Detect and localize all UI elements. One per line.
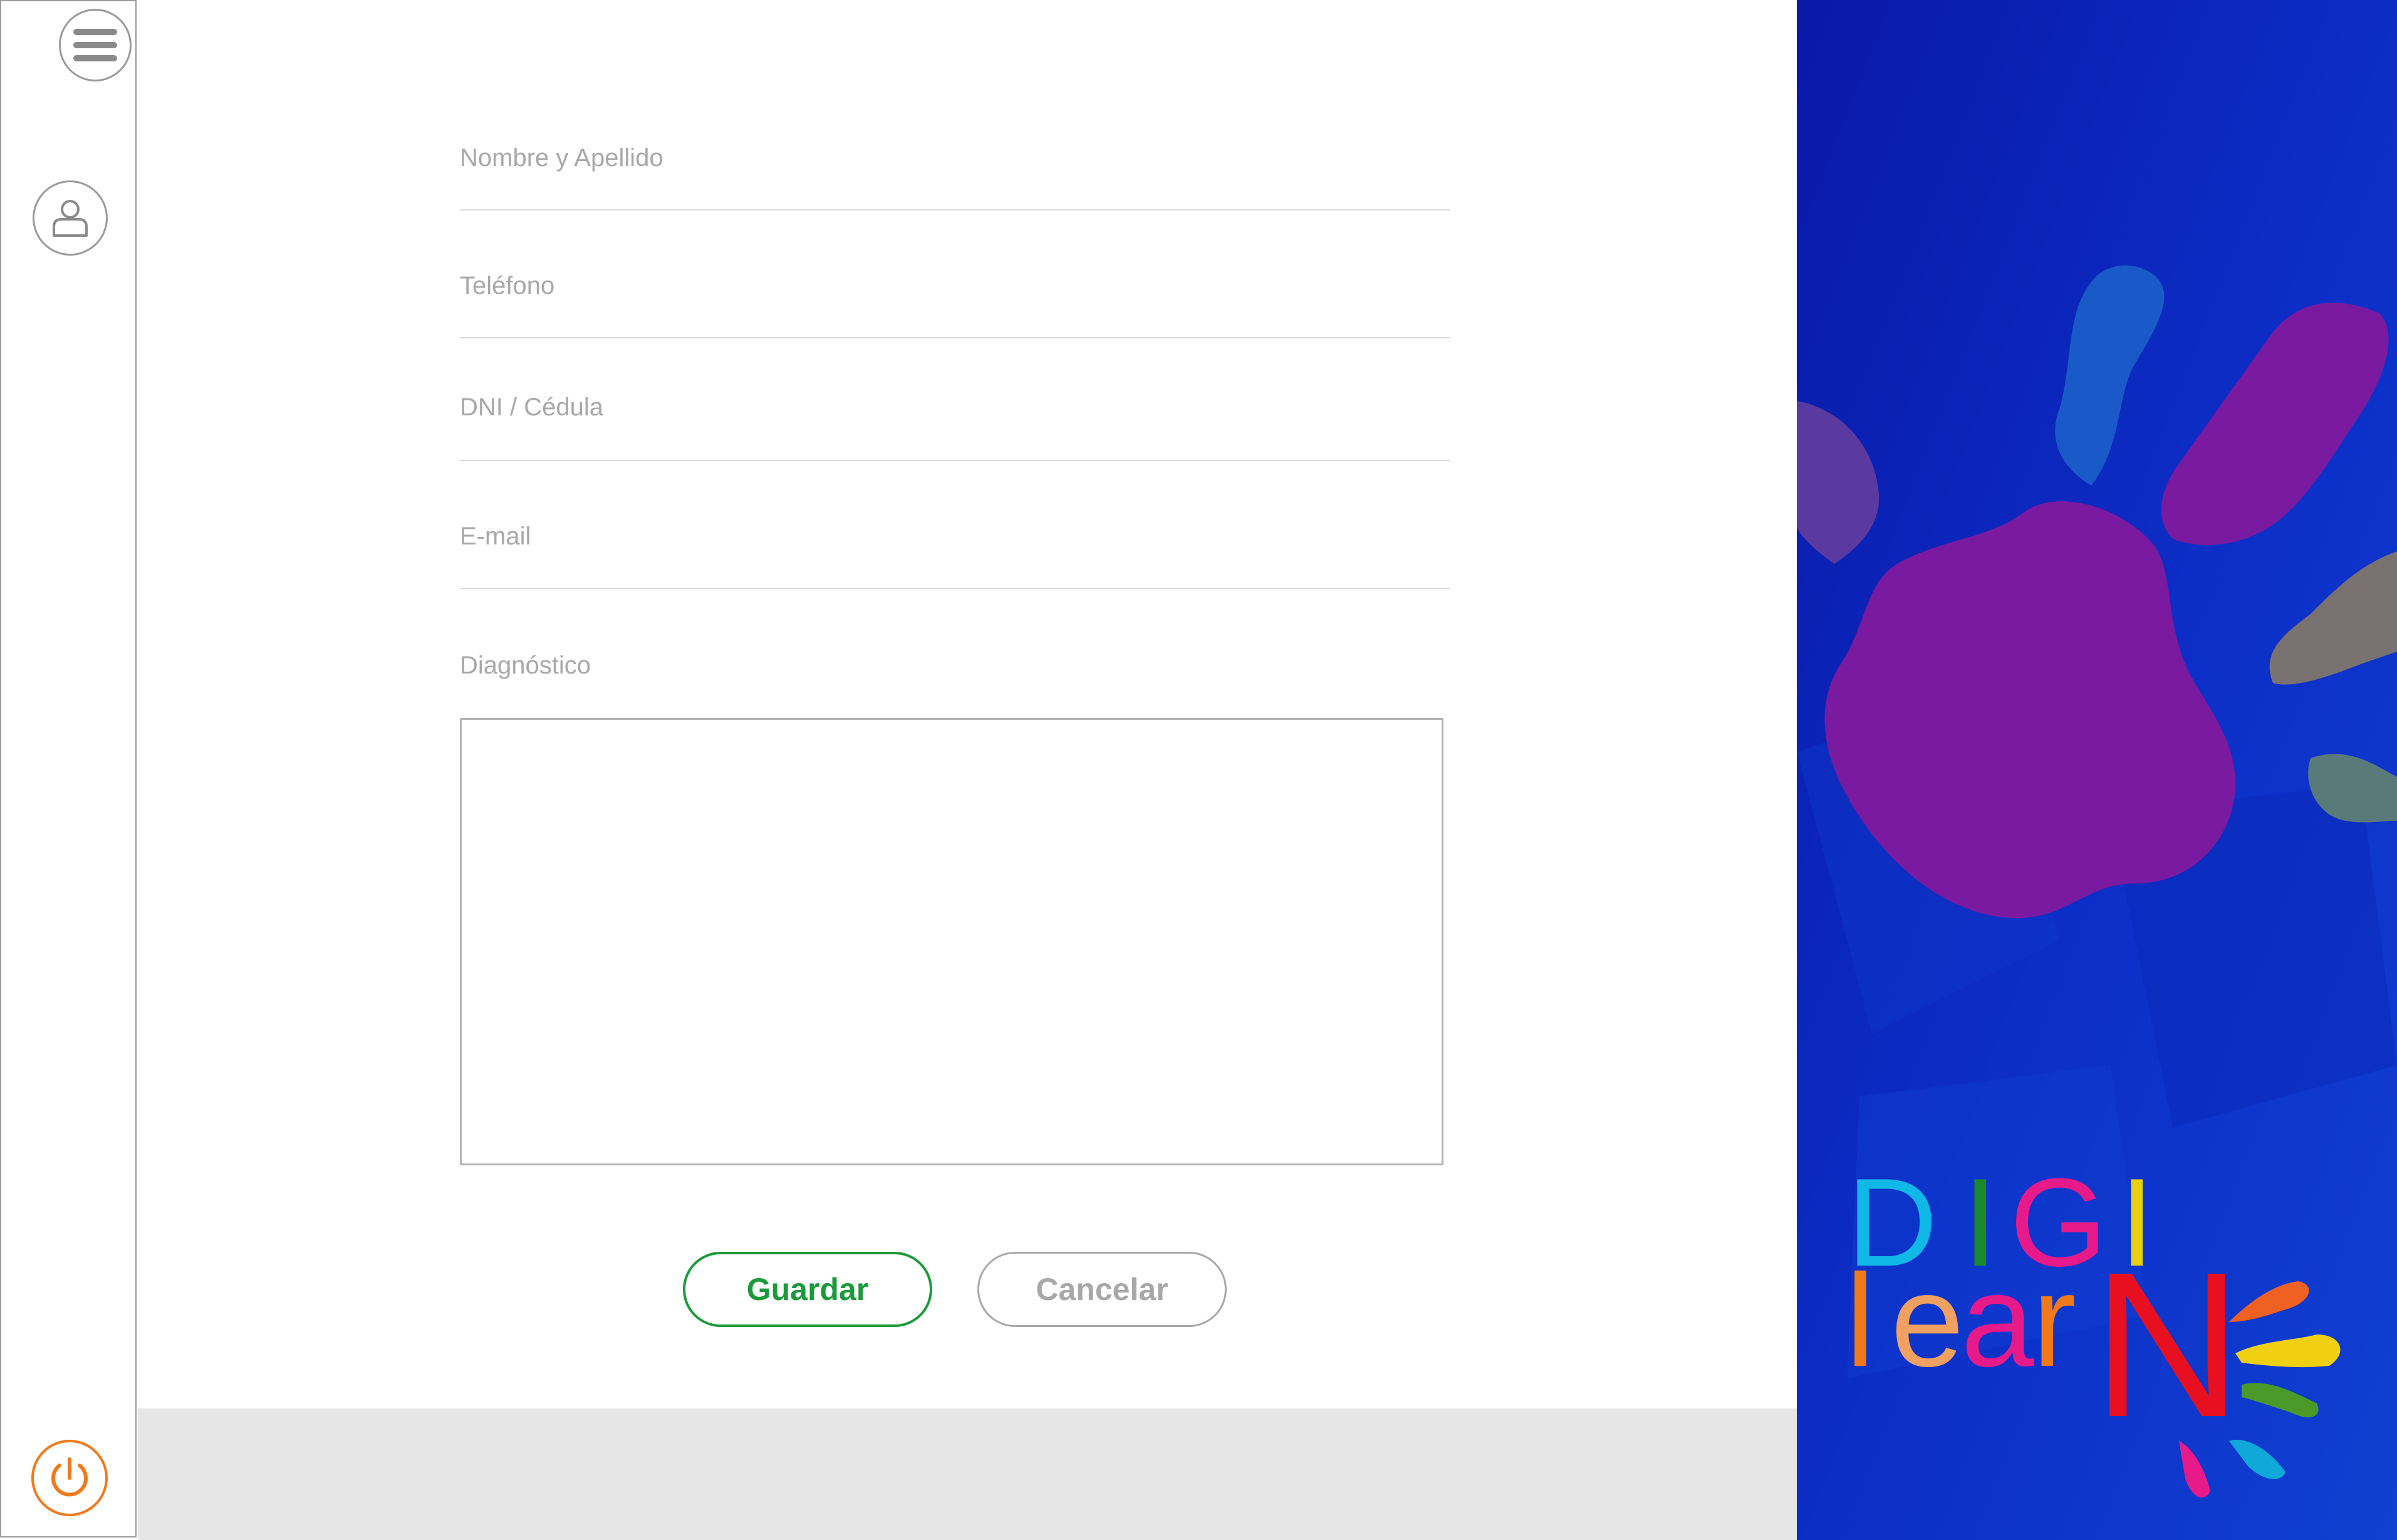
diagnosis-textarea[interactable]	[460, 718, 1443, 1165]
email-field-underline[interactable]	[460, 588, 1450, 589]
footer-band	[138, 1408, 1797, 1540]
name-field-underline[interactable]	[460, 209, 1450, 211]
phone-field-underline[interactable]	[460, 337, 1450, 338]
id-field-label[interactable]: DNI / Cédula	[460, 393, 603, 422]
phone-field-label[interactable]: Teléfono	[460, 272, 554, 300]
power-icon	[51, 1457, 88, 1497]
hamburger-menu-icon	[73, 29, 117, 61]
id-field-underline[interactable]	[460, 460, 1450, 461]
brand-artwork: D I G I l e a r N	[1797, 0, 2397, 1540]
sidebar	[0, 0, 137, 1537]
menu-button[interactable]	[59, 9, 132, 81]
logo-letter-r: r	[2032, 1247, 2076, 1394]
user-icon	[53, 200, 88, 237]
logo-letter-n: N	[2093, 1229, 2242, 1460]
diagnosis-label: Diagnóstico	[460, 652, 591, 679]
logo-letter-e: e	[1891, 1247, 1964, 1394]
save-button[interactable]: Guardar	[683, 1252, 932, 1327]
logo-letter-a: a	[1961, 1247, 2034, 1394]
brand-panel: D I G I l e a r N	[1797, 0, 2397, 1540]
cancel-button[interactable]: Cancelar	[977, 1252, 1227, 1327]
name-field-label[interactable]: Nombre y Apellido	[460, 144, 663, 172]
logo-letter-l: l	[1846, 1247, 1875, 1394]
email-field-label[interactable]: E-mail	[460, 523, 531, 551]
power-button[interactable]	[31, 1440, 108, 1516]
user-profile-button[interactable]	[33, 180, 108, 256]
